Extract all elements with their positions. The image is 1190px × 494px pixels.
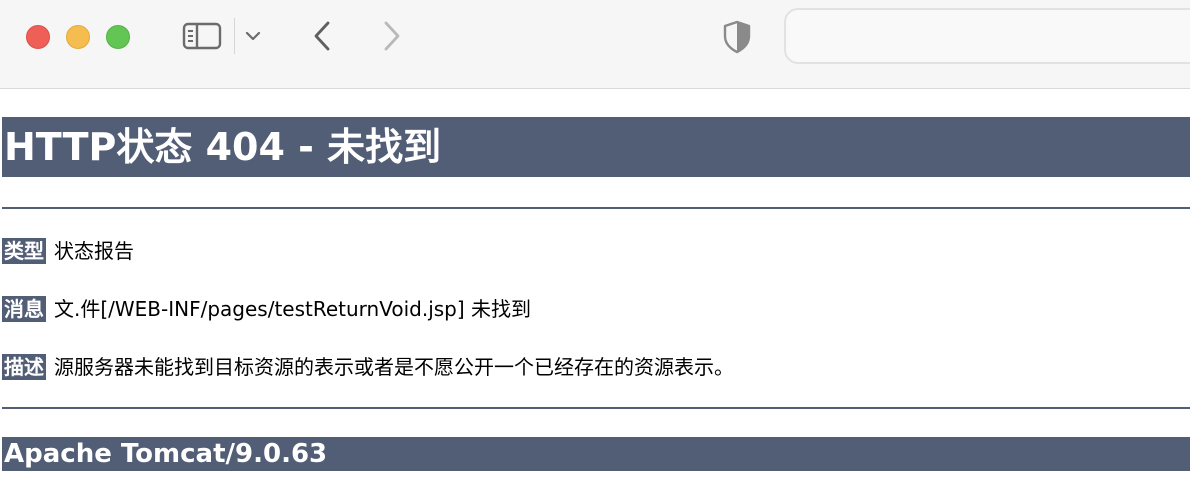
back-button[interactable] xyxy=(304,16,340,56)
message-value: 文.件[/WEB-INF/pages/testReturnVoid.jsp] 未… xyxy=(54,297,532,321)
server-version: Apache Tomcat/9.0.63 xyxy=(2,437,1190,471)
forward-arrow-icon xyxy=(384,21,400,51)
minimize-window-button[interactable] xyxy=(66,25,90,49)
privacy-report-button[interactable] xyxy=(718,18,756,56)
tab-group-menu-button[interactable] xyxy=(240,24,266,48)
info-row-description: 描述 源服务器未能找到目标资源的表示或者是不愿公开一个已经存在的资源表示。 xyxy=(2,353,734,381)
chevron-down-icon xyxy=(245,31,261,41)
info-row-message: 消息 文.件[/WEB-INF/pages/testReturnVoid.jsp… xyxy=(2,295,531,323)
sidebar-icon xyxy=(182,22,222,50)
close-window-button[interactable] xyxy=(26,25,50,49)
type-label: 类型 xyxy=(2,238,46,264)
sidebar-toggle-button[interactable] xyxy=(180,19,224,53)
divider xyxy=(2,407,1190,409)
divider xyxy=(2,207,1190,209)
back-arrow-icon xyxy=(314,21,330,51)
zoom-window-button[interactable] xyxy=(106,25,130,49)
description-value: 源服务器未能找到目标资源的表示或者是不愿公开一个已经存在的资源表示。 xyxy=(54,355,734,379)
page-content: HTTP状态 404 - 未找到 类型 状态报告 消息 文.件[/WEB-INF… xyxy=(0,89,1190,493)
shield-icon xyxy=(723,20,751,54)
message-label: 消息 xyxy=(2,296,46,322)
type-value: 状态报告 xyxy=(54,239,134,263)
browser-toolbar xyxy=(0,0,1190,89)
info-row-type: 类型 状态报告 xyxy=(2,237,134,265)
forward-button[interactable] xyxy=(374,16,410,56)
page-title: HTTP状态 404 - 未找到 xyxy=(2,117,1190,177)
toolbar-divider xyxy=(234,18,235,54)
description-label: 描述 xyxy=(2,354,46,380)
address-bar[interactable] xyxy=(784,8,1190,64)
